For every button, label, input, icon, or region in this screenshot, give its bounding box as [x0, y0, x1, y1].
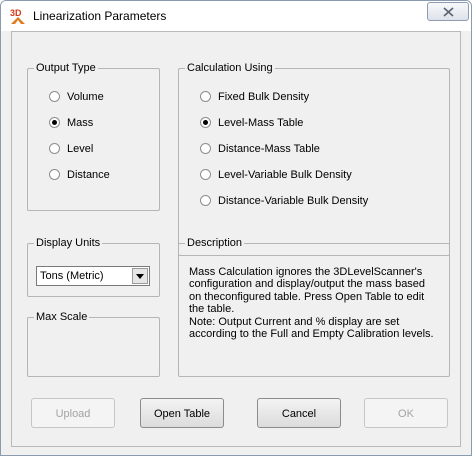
radio-label: Distance-Variable Bulk Density	[218, 195, 369, 207]
dialog-client: Output Type Volume Mass Level Distance C…	[11, 31, 461, 447]
calculation-using-legend: Calculation Using	[185, 61, 275, 75]
radio-label: Volume	[67, 91, 104, 103]
display-units-legend: Display Units	[34, 236, 103, 250]
description-line: Mass Calculation ignores the 3DLevelScan…	[189, 266, 423, 278]
calculation-using-group: Calculation Using Fixed Bulk Density Lev…	[178, 61, 450, 256]
description-text: Mass Calculation ignores the 3DLevelScan…	[189, 266, 449, 340]
description-line: Note: Output Current and % display are s…	[189, 315, 400, 328]
radio-label: Distance-Mass Table	[218, 143, 320, 155]
cancel-button[interactable]: Cancel	[257, 398, 341, 428]
output-type-legend: Output Type	[34, 61, 98, 75]
radio-label: Distance	[67, 169, 110, 181]
dropdown-arrow[interactable]	[132, 268, 148, 284]
window-title: Linearization Parameters	[33, 9, 167, 23]
radio-button[interactable]	[200, 195, 211, 206]
dialog-window: 3D Linearization Parameters Output Type …	[0, 0, 472, 456]
title-bar[interactable]: 3D Linearization Parameters	[1, 1, 471, 31]
open-table-button[interactable]: Open Table	[140, 398, 224, 428]
display-units-select[interactable]: Tons (Metric)	[36, 266, 150, 286]
radio-label: Level-Variable Bulk Density	[218, 169, 352, 181]
chevron-down-icon	[136, 274, 144, 279]
radio-label: Fixed Bulk Density	[218, 91, 310, 103]
radio-button-selected[interactable]	[200, 117, 211, 128]
max-scale-group: Max Scale	[27, 310, 160, 377]
radio-button-selected[interactable]	[49, 117, 60, 128]
svg-text:3D: 3D	[10, 8, 22, 18]
radio-label: Level	[67, 143, 94, 155]
radio-button[interactable]	[49, 143, 60, 154]
description-group: Description Mass Calculation ignores the…	[178, 236, 450, 377]
output-type-group: Output Type Volume Mass Level Distance	[27, 61, 160, 211]
ok-button[interactable]: OK	[364, 398, 448, 428]
description-line: on theconfigured table. Press Open Table…	[189, 290, 425, 303]
max-scale-legend: Max Scale	[34, 310, 90, 324]
description-line: according to the Full and Empty Calibrat…	[189, 328, 434, 341]
upload-button[interactable]: Upload	[31, 398, 115, 428]
description-line: the table.	[189, 303, 235, 316]
3d-level-icon: 3D	[10, 8, 25, 24]
display-units-value: Tons (Metric)	[40, 270, 104, 282]
description-legend: Description	[185, 236, 245, 250]
radio-label: Level-Mass Table	[218, 117, 304, 129]
radio-button[interactable]	[49, 169, 60, 180]
radio-label: Mass	[67, 117, 94, 129]
display-units-group: Display Units Tons (Metric)	[27, 236, 160, 297]
radio-button[interactable]	[49, 91, 60, 102]
close-button[interactable]	[427, 2, 469, 21]
description-line: configuration and display/output the mas…	[189, 278, 426, 291]
radio-button[interactable]	[200, 143, 211, 154]
radio-button[interactable]	[200, 91, 211, 102]
close-icon	[443, 7, 454, 17]
radio-button[interactable]	[200, 169, 211, 180]
